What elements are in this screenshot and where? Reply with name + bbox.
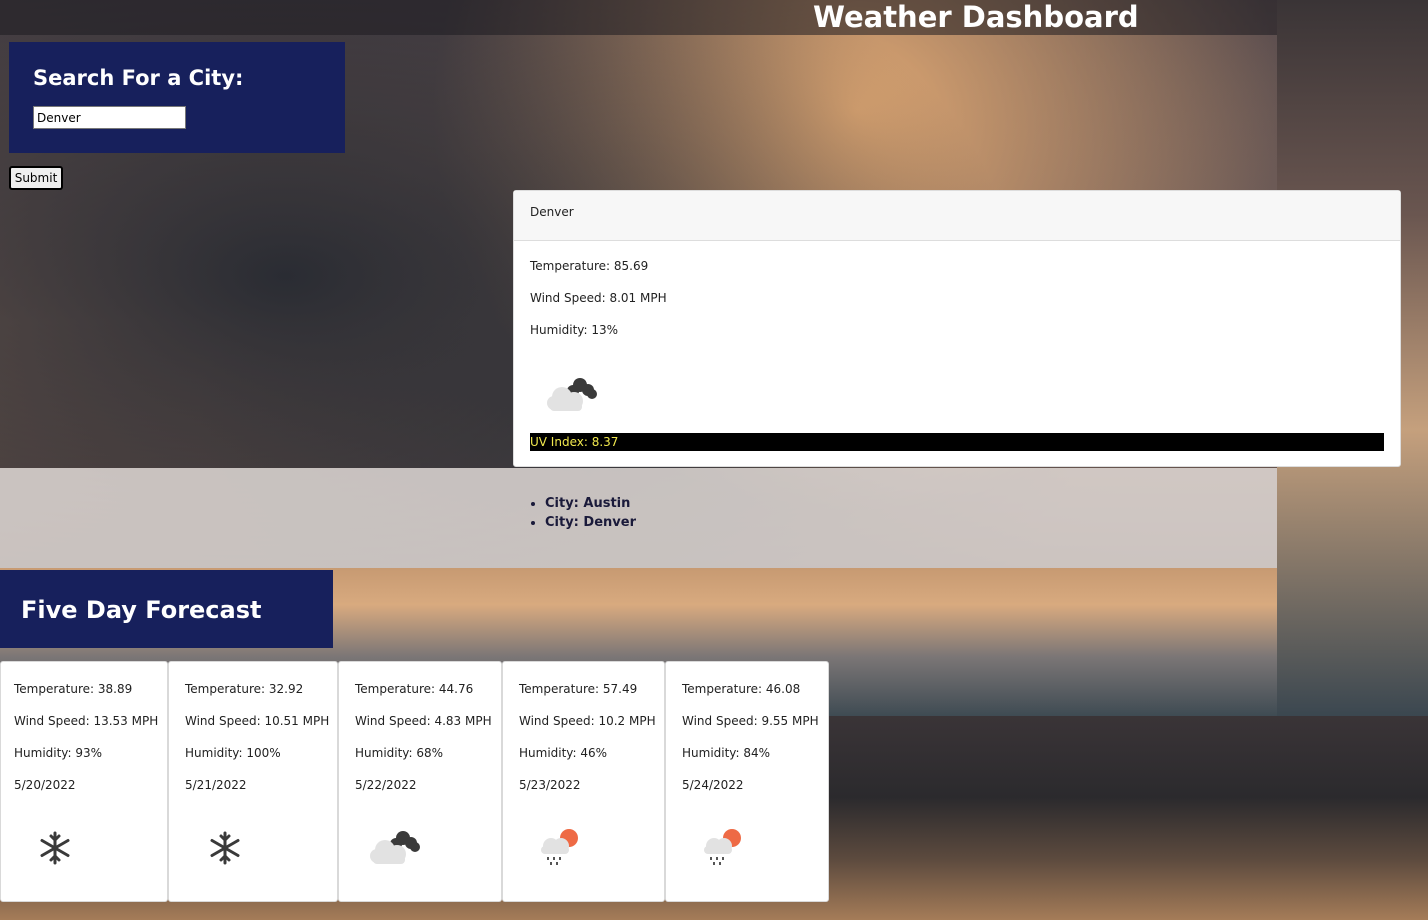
current-city-name: Denver — [514, 191, 1400, 241]
cloudy-icon — [547, 378, 597, 411]
forecast-card: Temperature: 32.92 Wind Speed: 10.51 MPH… — [168, 661, 338, 902]
snowflake-icon — [40, 831, 70, 865]
forecast-card: Temperature: 44.76 Wind Speed: 4.83 MPH … — [338, 661, 502, 902]
forecast-wind-speed: Wind Speed: 10.51 MPH — [185, 714, 330, 728]
forecast-date: 5/20/2022 — [14, 778, 76, 792]
forecast-wind-speed: Wind Speed: 9.55 MPH — [682, 714, 819, 728]
forecast-humidity: Humidity: 68% — [355, 746, 444, 760]
forecast-date: 5/23/2022 — [519, 778, 581, 792]
forecast-humidity: Humidity: 84% — [682, 746, 771, 760]
forecast-card: Temperature: 38.89 Wind Speed: 13.53 MPH… — [0, 661, 168, 902]
forecast-temperature: Temperature: 44.76 — [355, 682, 474, 696]
forecast-temperature: Temperature: 57.49 — [519, 682, 638, 696]
current-temperature: Temperature: 85.69 — [530, 259, 649, 273]
forecast-title: Five Day Forecast — [21, 596, 262, 624]
history-item[interactable]: City: Denver — [545, 513, 636, 532]
forecast-humidity: Humidity: 93% — [14, 746, 103, 760]
sun-rain-icon — [541, 829, 578, 865]
snowflake-icon — [210, 831, 240, 865]
history-item[interactable]: City: Austin — [545, 494, 636, 513]
forecast-date: 5/24/2022 — [682, 778, 744, 792]
city-search-input[interactable] — [33, 106, 186, 129]
forecast-humidity: Humidity: 46% — [519, 746, 608, 760]
search-history: City: Austin City: Denver — [0, 468, 1277, 568]
forecast-wind-speed: Wind Speed: 4.83 MPH — [355, 714, 492, 728]
forecast-temperature: Temperature: 32.92 — [185, 682, 304, 696]
search-heading: Search For a City: — [33, 66, 244, 90]
forecast-card: Temperature: 57.49 Wind Speed: 10.2 MPH … — [502, 661, 665, 902]
page-header: Weather Dashboard — [0, 0, 1277, 35]
forecast-wind-speed: Wind Speed: 13.53 MPH — [14, 714, 159, 728]
uv-index: UV Index: 8.37 — [530, 433, 1384, 451]
current-wind-speed: Wind Speed: 8.01 MPH — [530, 291, 667, 305]
history-list: City: Austin City: Denver — [527, 494, 636, 532]
forecast-date: 5/21/2022 — [185, 778, 247, 792]
current-weather-card: Denver Temperature: 85.69 Wind Speed: 8.… — [513, 190, 1401, 467]
page-title: Weather Dashboard — [813, 0, 1139, 34]
forecast-temperature: Temperature: 46.08 — [682, 682, 801, 696]
cloudy-icon — [370, 831, 420, 864]
forecast-temperature: Temperature: 38.89 — [14, 682, 133, 696]
forecast-card: Temperature: 46.08 Wind Speed: 9.55 MPH … — [665, 661, 829, 902]
submit-button[interactable]: Submit — [9, 166, 63, 190]
forecast-wind-speed: Wind Speed: 10.2 MPH — [519, 714, 656, 728]
sun-rain-icon — [704, 829, 741, 865]
current-humidity: Humidity: 13% — [530, 323, 619, 337]
forecast-date: 5/22/2022 — [355, 778, 417, 792]
forecast-header: Five Day Forecast — [0, 570, 333, 648]
forecast-humidity: Humidity: 100% — [185, 746, 281, 760]
search-panel: Search For a City: — [9, 42, 345, 153]
